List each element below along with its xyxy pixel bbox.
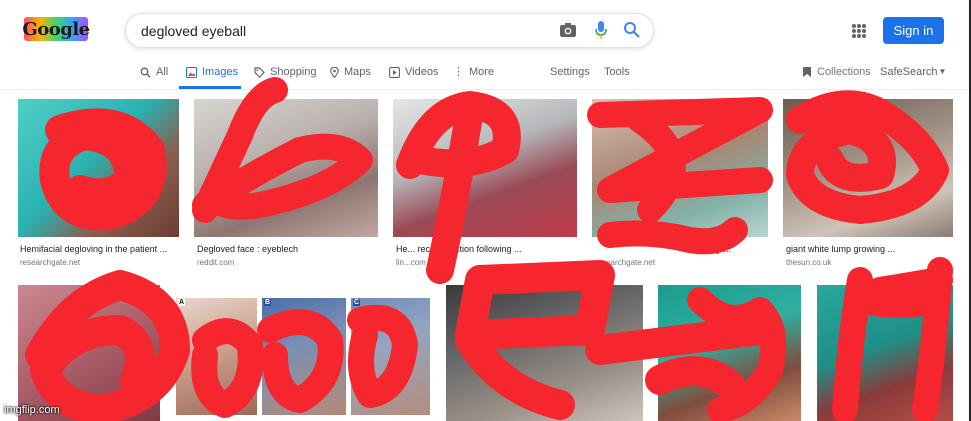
redaction-overlay	[25, 77, 953, 421]
redaction-scribble	[786, 90, 949, 224]
redaction-scribble	[396, 91, 521, 284]
imgflip-watermark: imgflip.com	[4, 404, 60, 416]
redaction-scribble	[192, 77, 373, 223]
redaction-scribble	[25, 270, 190, 421]
redaction-scribble	[587, 97, 773, 255]
redaction-scribble	[191, 304, 418, 418]
redaction-scribble	[455, 260, 775, 420]
redaction-scribble	[39, 108, 167, 231]
